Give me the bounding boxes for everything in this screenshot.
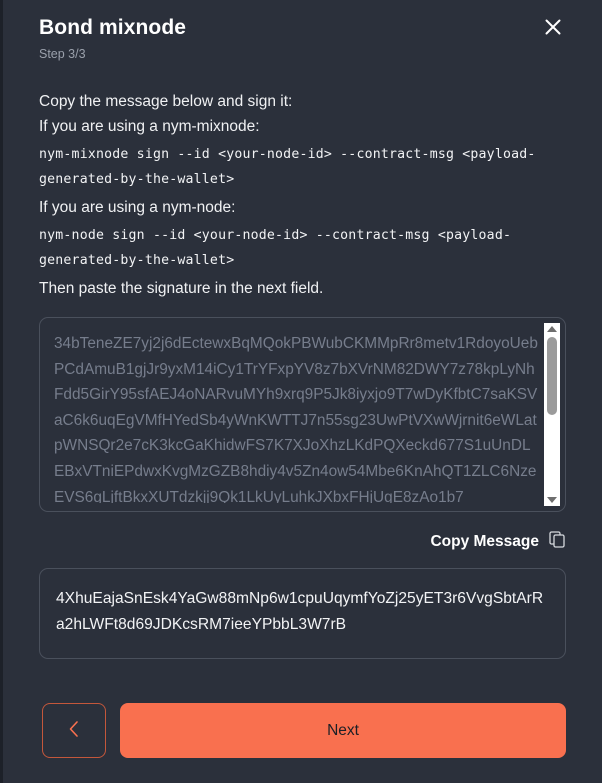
copy-message-button[interactable]: Copy Message [39, 531, 566, 553]
signature-input[interactable]: 4XhuEajaSnEsk4YaGw88mNp6w1cpuUqymfYoZj25… [39, 568, 566, 659]
message-value: 34bTeneZE7yj2j6dEctewxBqMQokPBWubCKMMpRr… [54, 335, 538, 503]
close-icon [544, 18, 562, 36]
copy-message-label: Copy Message [430, 533, 539, 550]
scrollbar-track[interactable] [544, 335, 560, 494]
back-button[interactable] [42, 703, 106, 758]
modal-footer: Next [42, 703, 566, 758]
instruction-line-3: If you are using a nym-node: [39, 199, 236, 216]
instruction-line-4: Then paste the signature in the next fie… [39, 280, 324, 297]
modal-header: Bond mixnode Step 3/3 [39, 0, 566, 61]
scrollbar-thumb[interactable] [547, 337, 557, 415]
bond-mixnode-modal: Bond mixnode Step 3/3 Copy the message b… [0, 0, 602, 783]
close-button[interactable] [538, 12, 568, 42]
message-textarea[interactable]: 34bTeneZE7yj2j6dEctewxBqMQokPBWubCKMMpRr… [39, 317, 566, 512]
signature-value: 4XhuEajaSnEsk4YaGw88mNp6w1cpuUqymfYoZj25… [56, 590, 544, 633]
scroll-down-arrow-icon[interactable] [547, 497, 557, 503]
nymnode-sign-command: nym-node sign --id <your-node-id> --cont… [39, 228, 512, 268]
step-indicator: Step 3/3 [39, 47, 86, 61]
instruction-line-2: If you are using a nym-mixnode: [39, 118, 260, 135]
mixnode-sign-command: nym-mixnode sign --id <your-node-id> --c… [39, 147, 536, 187]
chevron-left-icon [66, 719, 82, 742]
scroll-up-arrow-icon[interactable] [547, 326, 557, 332]
instructions-block: Copy the message below and sign it: If y… [39, 90, 566, 301]
page-title: Bond mixnode [39, 16, 187, 39]
instruction-line-1: Copy the message below and sign it: [39, 93, 293, 110]
message-scrollbar[interactable] [544, 323, 560, 506]
copy-icon [549, 531, 566, 553]
next-button[interactable]: Next [120, 703, 566, 758]
